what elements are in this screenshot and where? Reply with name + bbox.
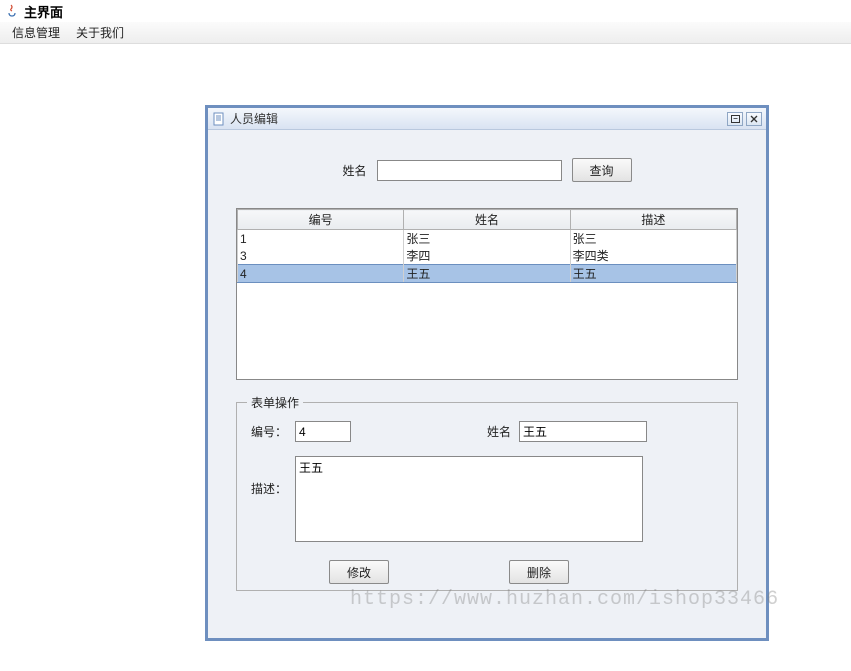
java-icon <box>4 3 20 19</box>
table-cell-desc[interactable]: 王五 <box>570 265 736 283</box>
dialog-titlebar[interactable]: 人员编辑 <box>208 108 766 130</box>
query-button[interactable]: 查询 <box>572 158 632 182</box>
table-cell-id[interactable]: 1 <box>238 230 404 248</box>
form-name-label: 姓名 <box>487 423 511 440</box>
search-name-input[interactable] <box>377 160 562 181</box>
form-desc-textarea[interactable] <box>295 456 643 542</box>
form-id-input[interactable] <box>295 421 351 442</box>
menu-about-us[interactable]: 关于我们 <box>68 22 132 43</box>
col-name[interactable]: 姓名 <box>404 210 570 230</box>
table-cell-name[interactable]: 张三 <box>404 230 570 248</box>
form-id-label: 编号： <box>251 423 287 440</box>
table-cell-id[interactable]: 3 <box>238 247 404 265</box>
form-desc-label: 描述： <box>251 456 287 497</box>
col-desc[interactable]: 描述 <box>570 210 736 230</box>
form-legend: 表单操作 <box>247 394 303 411</box>
table-cell-desc[interactable]: 张三 <box>570 230 736 248</box>
main-window-title: 主界面 <box>24 2 63 21</box>
person-edit-dialog: 人员编辑 姓名 查询 编号 姓名 描述 1张 <box>205 105 769 641</box>
search-row: 姓名 查询 <box>236 158 738 182</box>
table-row[interactable]: 3李四李四类 <box>238 247 737 265</box>
table-cell-name[interactable]: 李四 <box>404 247 570 265</box>
modify-button[interactable]: 修改 <box>329 560 389 584</box>
table-row[interactable]: 1张三张三 <box>238 230 737 248</box>
form-row-desc: 描述： <box>251 456 723 542</box>
form-operations-panel: 表单操作 编号： 姓名 描述： 修改 删除 <box>236 402 738 591</box>
close-button[interactable] <box>746 112 762 126</box>
table-row[interactable]: 4王五王五 <box>238 265 737 283</box>
form-button-row: 修改 删除 <box>251 552 723 586</box>
form-name-input[interactable] <box>519 421 647 442</box>
dialog-content: 姓名 查询 编号 姓名 描述 1张三张三3李四李四类4王五王五 表单操作 <box>208 130 766 601</box>
table-header-row: 编号 姓名 描述 <box>238 210 737 230</box>
table-cell-id[interactable]: 4 <box>238 265 404 283</box>
results-table[interactable]: 编号 姓名 描述 1张三张三3李四李四类4王五王五 <box>236 208 738 380</box>
form-row-id-name: 编号： 姓名 <box>251 421 723 442</box>
search-name-label: 姓名 <box>342 162 366 179</box>
dialog-title: 人员编辑 <box>230 110 724 127</box>
main-window-titlebar: 主界面 <box>0 0 851 22</box>
table-cell-name[interactable]: 王五 <box>404 265 570 283</box>
delete-button[interactable]: 删除 <box>509 560 569 584</box>
col-id[interactable]: 编号 <box>238 210 404 230</box>
menubar: 信息管理 关于我们 <box>0 22 851 44</box>
table-cell-desc[interactable]: 李四类 <box>570 247 736 265</box>
maximize-button[interactable] <box>727 112 743 126</box>
menu-info-management[interactable]: 信息管理 <box>4 22 68 43</box>
document-icon <box>212 112 226 126</box>
